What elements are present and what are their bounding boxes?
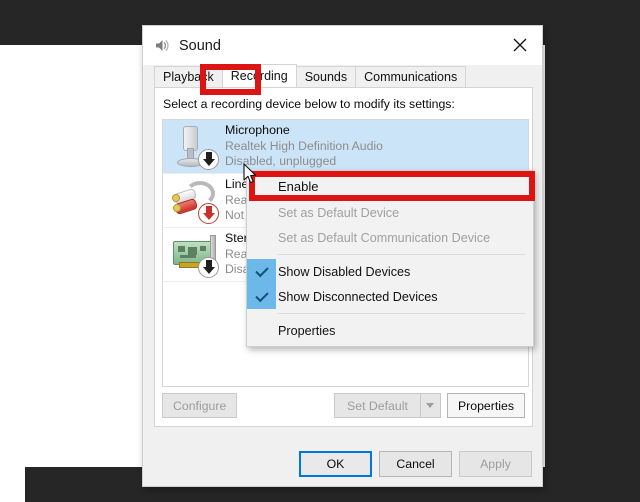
device-status: Not xyxy=(225,208,244,223)
tab-recording[interactable]: Recording xyxy=(221,64,297,87)
disabled-badge-icon xyxy=(198,256,219,278)
tab-communications[interactable]: Communications xyxy=(355,66,467,87)
panel-instruction: Select a recording device below to modif… xyxy=(163,97,455,111)
tab-playback[interactable]: Playback xyxy=(154,66,223,87)
configure-button[interactable]: Configure xyxy=(162,393,238,418)
chevron-down-icon[interactable] xyxy=(419,393,441,418)
title-bar: Sound xyxy=(143,26,542,65)
dialog-button-bar: OK Cancel Apply xyxy=(299,451,532,477)
menu-item-label: Show Disabled Devices xyxy=(278,264,411,279)
menu-separator xyxy=(278,254,525,255)
menu-item-enable[interactable]: Enable xyxy=(247,173,533,200)
menu-item-set-as-default-communication-device[interactable]: Set as Default Communication Device xyxy=(247,225,533,250)
disabled-badge-icon xyxy=(198,148,219,170)
properties-button[interactable]: Properties xyxy=(446,393,525,418)
unplugged-badge-icon xyxy=(198,202,219,224)
menu-item-label: Show Disconnected Devices xyxy=(278,289,438,304)
tab-strip: Playback Recording Sounds Communications xyxy=(154,64,533,87)
window-title: Sound xyxy=(179,37,221,54)
device-name: Microphone xyxy=(225,122,290,137)
menu-separator xyxy=(278,313,525,314)
device-row-microphone[interactable]: Microphone Realtek High Definition Audio… xyxy=(163,120,528,174)
cancel-button[interactable]: Cancel xyxy=(379,451,452,477)
ok-button[interactable]: OK xyxy=(299,451,372,477)
backdrop-bottom-left xyxy=(0,455,25,502)
set-default-split-button[interactable]: Set Default xyxy=(333,393,441,418)
checkmark-icon xyxy=(247,259,276,284)
microphone-icon xyxy=(169,123,221,171)
backdrop-right-band xyxy=(545,45,640,502)
close-icon[interactable] xyxy=(497,26,542,64)
menu-item-set-as-default-device[interactable]: Set as Default Device xyxy=(247,200,533,225)
device-context-menu: Enable Set as Default Device Set as Defa… xyxy=(246,170,534,347)
apply-button[interactable]: Apply xyxy=(459,451,532,477)
device-action-bar: Configure Set Default Properties xyxy=(162,393,525,418)
set-default-button[interactable]: Set Default xyxy=(333,393,420,418)
checkmark-icon xyxy=(247,284,276,309)
device-driver: Realtek High Definition Audio xyxy=(225,138,383,153)
tab-sounds[interactable]: Sounds xyxy=(295,66,357,87)
line-in-rca-icon xyxy=(169,177,221,225)
sound-card-icon xyxy=(169,231,221,279)
mouse-cursor xyxy=(243,163,258,190)
menu-item-properties[interactable]: Properties xyxy=(247,318,533,343)
speaker-icon xyxy=(153,37,170,54)
device-driver: Rea xyxy=(225,192,248,207)
menu-item-show-disabled-devices[interactable]: Show Disabled Devices xyxy=(247,259,533,284)
menu-item-show-disconnected-devices[interactable]: Show Disconnected Devices xyxy=(247,284,533,309)
